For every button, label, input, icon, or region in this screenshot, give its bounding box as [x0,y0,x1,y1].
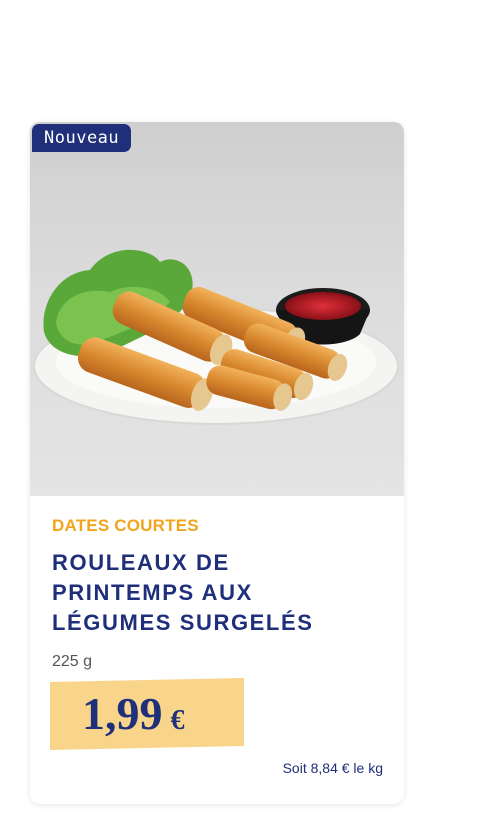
product-title-line: PRINTEMPS AUX [52,580,253,605]
product-title-line: ROULEAUX DE [52,550,230,575]
short-dates-tag: DATES COURTES [52,516,199,535]
price-value: 1,99 [82,688,163,739]
product-title[interactable]: ROULEAUX DE PRINTEMPS AUX LÉGUMES SURGEL… [52,548,372,638]
unit-price: Soit 8,84 € le kg [282,760,383,776]
product-weight: 225 g [52,653,93,670]
product-price: 1,99 € [82,681,185,754]
product-title-line: LÉGUMES SURGELÉS [52,610,314,635]
spring-rolls-photo [33,249,399,425]
product-image[interactable] [30,122,404,496]
new-badge: Nouveau [32,124,132,152]
price-currency: € [170,705,185,736]
